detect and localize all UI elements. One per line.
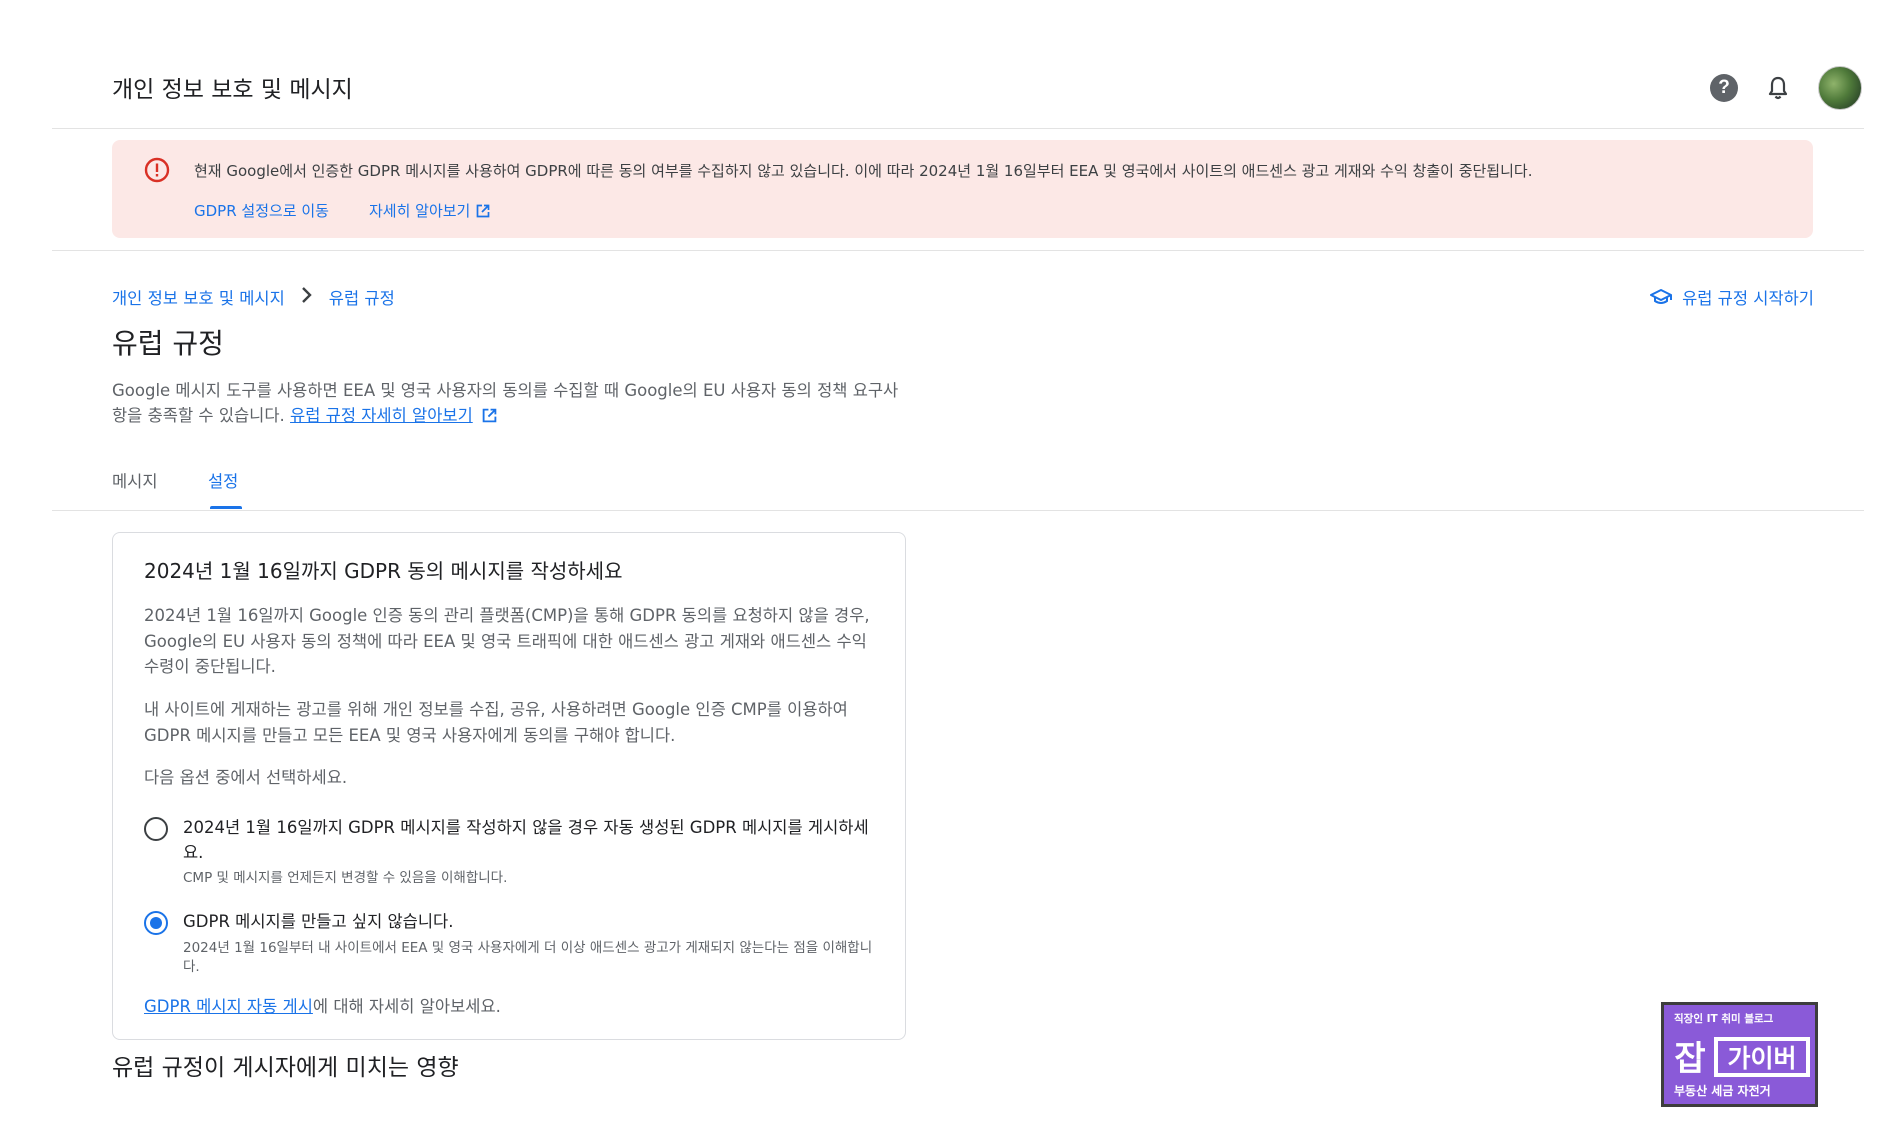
gdpr-settings-card: 2024년 1월 16일까지 GDPR 동의 메시지를 작성하세요 2024년 …	[112, 532, 906, 1040]
banner-message: 현재 Google에서 인증한 GDPR 메시지를 사용하여 GDPR에 따른 …	[194, 162, 1533, 180]
option-auto-publish-sub: CMP 및 메시지를 언제든지 변경할 수 있음을 이해합니다.	[183, 870, 508, 886]
error-icon	[144, 157, 170, 183]
card-paragraph-2: 내 사이트에 게재하는 광고를 위해 개인 정보를 수집, 공유, 사용하려면 …	[144, 700, 848, 745]
banner-links: GDPR 설정으로 이동 자세히 알아보기	[194, 200, 490, 221]
card-paragraph-1: 2024년 1월 16일까지 Google 인증 동의 관리 플랫폼(CMP)을…	[144, 606, 870, 676]
option-no-message-sub: 2024년 1월 16일부터 내 사이트에서 EEA 및 영국 사용자에게 더 …	[183, 940, 873, 975]
card-footer: GDPR 메시지 자동 게시에 대해 자세히 알아보세요.	[144, 993, 501, 1017]
card-paragraph-3: 다음 옵션 중에서 선택하세요.	[144, 768, 348, 787]
svg-text:잡: 잡	[1674, 1039, 1705, 1079]
radio-no-message[interactable]	[144, 911, 168, 935]
breadcrumb: 개인 정보 보호 및 메시지 유럽 규정	[112, 285, 395, 309]
card-title: 2024년 1월 16일까지 GDPR 동의 메시지를 작성하세요	[144, 559, 623, 583]
get-started-link[interactable]: 유럽 규정 시작하기	[1650, 285, 1814, 309]
school-icon	[1650, 289, 1673, 304]
regulations-learn-more-label: 유럽 규정 자세히 알아보기	[290, 406, 473, 425]
learn-more-link-label: 자세히 알아보기	[368, 202, 471, 220]
open-in-new-icon	[482, 408, 497, 423]
chevron-right-icon	[301, 286, 313, 309]
option-auto-publish-label: 2024년 1월 16일까지 GDPR 메시지를 작성하지 않을 경우 자동 생…	[183, 818, 869, 862]
help-icon[interactable]: ?	[1710, 74, 1738, 102]
option-auto-publish[interactable]: 2024년 1월 16일까지 GDPR 메시지를 작성하지 않을 경우 자동 생…	[144, 811, 884, 901]
open-in-new-icon	[477, 204, 490, 217]
get-started-label: 유럽 규정 시작하기	[1682, 289, 1814, 308]
auto-publish-learn-link[interactable]: GDPR 메시지 자동 게시	[144, 997, 313, 1016]
tabs-divider	[52, 510, 1864, 511]
tab-messages[interactable]: 메시지	[112, 468, 158, 492]
section-heading: 유럽 규정이 게시자에게 미치는 영향	[112, 1055, 459, 1081]
account-avatar[interactable]	[1818, 66, 1862, 110]
breadcrumb-current[interactable]: 유럽 규정	[329, 285, 395, 309]
option-no-message-label: GDPR 메시지를 만들고 싶지 않습니다.	[183, 912, 454, 931]
regulations-learn-more-link[interactable]: 유럽 규정 자세히 알아보기	[290, 406, 473, 425]
tab-settings[interactable]: 설정	[208, 468, 238, 492]
breadcrumb-parent[interactable]: 개인 정보 보호 및 메시지	[112, 285, 285, 309]
gdpr-warning-banner: 현재 Google에서 인증한 GDPR 메시지를 사용하여 GDPR에 따른 …	[112, 140, 1813, 238]
page-title: 유럽 규정	[112, 327, 224, 360]
watermark-main-logo: 잡 가이버	[1670, 1033, 1810, 1079]
page-description: Google 메시지 도구를 사용하면 EEA 및 영국 사용자의 동의를 수집…	[112, 378, 912, 428]
card-footer-text: 에 대해 자세히 알아보세요.	[312, 997, 501, 1016]
auto-publish-learn-link-label: GDPR 메시지 자동 게시	[144, 997, 313, 1016]
bell-icon[interactable]	[1764, 74, 1792, 102]
active-tab-indicator	[210, 506, 242, 509]
watermark-bottom: 부동산 세금 자전거	[1674, 1084, 1771, 1098]
svg-text:가이버: 가이버	[1727, 1044, 1796, 1073]
blog-watermark-logo: 직장인 IT 취미 블로그 잡 가이버 부동산 세금 자전거	[1661, 1002, 1818, 1107]
banner-divider	[52, 250, 1864, 251]
option-no-message[interactable]: GDPR 메시지를 만들고 싶지 않습니다. 2024년 1월 16일부터 내 …	[144, 905, 884, 985]
header-divider	[52, 128, 1864, 129]
gdpr-settings-link[interactable]: GDPR 설정으로 이동	[194, 200, 329, 221]
learn-more-link[interactable]: 자세히 알아보기	[369, 200, 490, 221]
gdpr-settings-link-label: GDPR 설정으로 이동	[194, 202, 329, 220]
radio-auto-publish[interactable]	[144, 817, 168, 841]
watermark-top: 직장인 IT 취미 블로그	[1674, 1013, 1774, 1025]
page-description-text: Google 메시지 도구를 사용하면 EEA 및 영국 사용자의 동의를 수집…	[112, 381, 899, 425]
app-title: 개인 정보 보호 및 메시지	[112, 77, 353, 103]
header-actions: ?	[1710, 66, 1862, 110]
